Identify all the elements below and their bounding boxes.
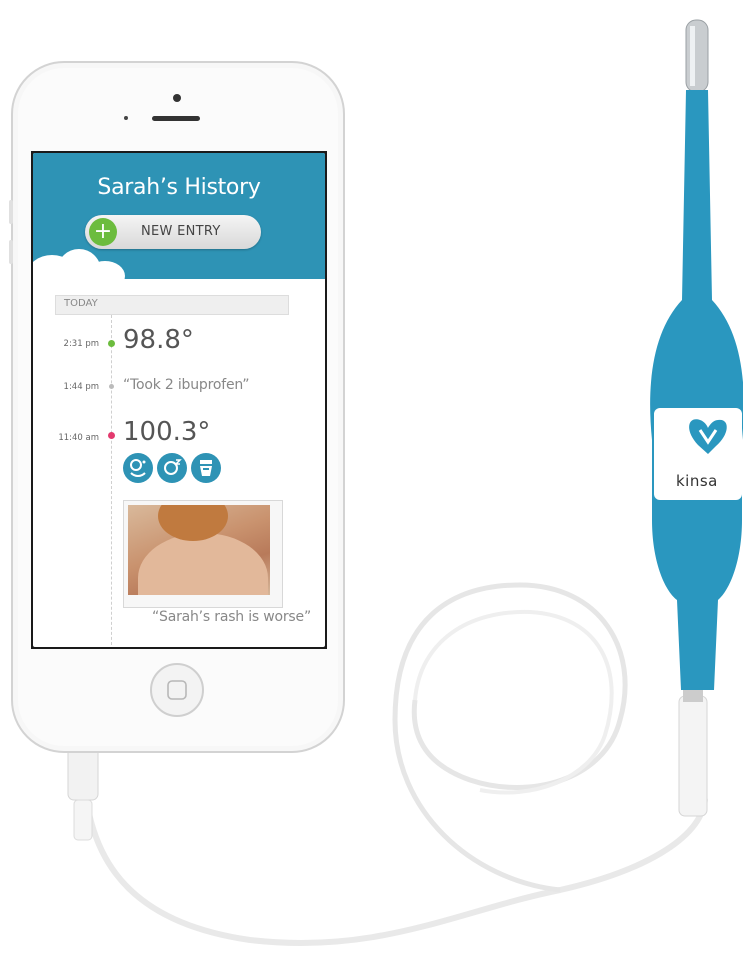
app-screen: Sarah’s History + NEW ENTRY TODAY 2:31 p… [33, 153, 325, 647]
section-label: TODAY [64, 298, 98, 309]
note-entry[interactable]: “Took 2 ibuprofen” [123, 377, 250, 393]
earpiece [152, 116, 200, 121]
entry-time: 2:31 pm [63, 339, 99, 349]
baby-sleep-icon[interactable] [157, 453, 187, 483]
probe-tip [685, 19, 709, 93]
brand-wordmark: kinsa [676, 472, 718, 490]
home-button [150, 663, 204, 717]
probe-stem [650, 90, 743, 690]
photo-caption: “Sarah’s rash is worse” [151, 609, 311, 625]
sensor [124, 116, 128, 120]
header: Sarah’s History + NEW ENTRY [33, 153, 325, 295]
temperature-reading[interactable]: 100.3° [123, 417, 210, 447]
diaper-icon[interactable] [191, 453, 221, 483]
status-dot [108, 340, 115, 347]
new-entry-label: NEW ENTRY [141, 224, 221, 239]
new-entry-button[interactable]: + NEW ENTRY [85, 215, 261, 249]
temperature-reading[interactable]: 98.8° [123, 325, 194, 355]
baby-cough-icon[interactable] [123, 453, 153, 483]
front-camera [173, 94, 181, 102]
entry-time: 11:40 am [58, 433, 99, 443]
section-header-today: TODAY [55, 295, 289, 315]
rash-photo[interactable] [123, 500, 283, 608]
timeline-line [111, 315, 112, 647]
entry-time: 1:44 pm [63, 382, 99, 392]
status-dot [108, 432, 115, 439]
status-dot [109, 384, 114, 389]
cable [80, 767, 708, 946]
plus-icon: + [89, 218, 117, 246]
cable-loop [392, 582, 628, 893]
page-title: Sarah’s History [97, 175, 261, 200]
probe-plug [678, 695, 708, 817]
